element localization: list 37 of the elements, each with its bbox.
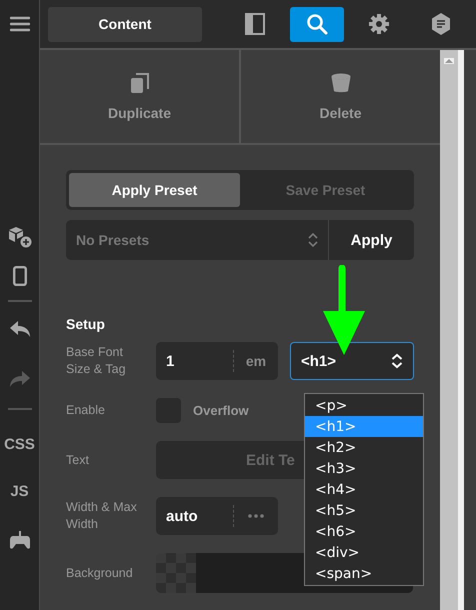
dropdown-option[interactable]: <h4> bbox=[305, 479, 423, 500]
sidebar-link[interactable]: CSS bbox=[4, 436, 35, 453]
settings-icon bbox=[369, 14, 389, 34]
font-size-field[interactable]: 1 em bbox=[156, 342, 278, 380]
dropdown-option[interactable]: <h6> bbox=[305, 521, 423, 542]
sidebar-link[interactable]: JS bbox=[10, 483, 29, 500]
tag-select[interactable]: <h1> bbox=[290, 342, 414, 380]
more-icon[interactable] bbox=[248, 514, 264, 518]
dropdown-option[interactable]: <h5> bbox=[305, 500, 423, 521]
field-label: Enable bbox=[66, 402, 106, 419]
dropdown-option[interactable]: <div> bbox=[305, 542, 423, 563]
updown-icon bbox=[308, 232, 318, 248]
checkbox-label: Overflow bbox=[193, 403, 249, 418]
panel-icon bbox=[245, 13, 265, 35]
apply-button[interactable]: Apply bbox=[329, 220, 414, 260]
tablet-icon[interactable] bbox=[12, 266, 26, 286]
content-tab[interactable]: Content bbox=[48, 6, 202, 42]
section-title: Setup bbox=[66, 316, 106, 332]
updown-icon bbox=[391, 353, 403, 369]
copy-icon bbox=[130, 72, 148, 92]
field-label: Text bbox=[66, 452, 90, 468]
undo-icon[interactable] bbox=[8, 320, 30, 338]
toolbar-tab[interactable] bbox=[290, 6, 344, 42]
field-label: Base Font Size & Tag bbox=[66, 344, 127, 378]
search-icon bbox=[306, 13, 328, 35]
field-label: Width & Max Width bbox=[66, 499, 138, 533]
note-hexagon-icon bbox=[431, 13, 451, 35]
width-field[interactable]: auto bbox=[156, 497, 278, 535]
dropdown-option[interactable]: <p> bbox=[305, 395, 423, 416]
bucket-icon bbox=[330, 72, 350, 92]
dropdown-option[interactable]: <span> bbox=[305, 563, 423, 584]
gamepad-icon[interactable] bbox=[8, 530, 30, 550]
menu-icon[interactable] bbox=[10, 16, 30, 32]
field-label: Background bbox=[66, 564, 134, 582]
scrollbar[interactable] bbox=[440, 50, 458, 610]
cube-add-icon[interactable] bbox=[8, 226, 32, 248]
preset-mode-tab[interactable]: Apply Preset bbox=[69, 173, 240, 207]
